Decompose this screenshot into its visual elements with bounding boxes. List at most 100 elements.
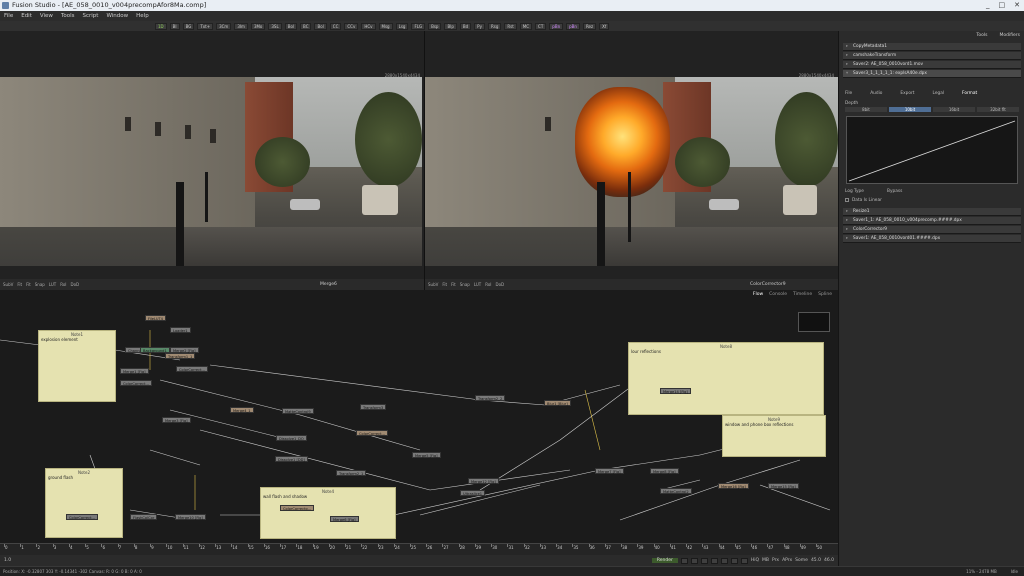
flow-node[interactable]: FileLUT4: [145, 315, 166, 321]
toolbar-button[interactable]: pBn: [566, 22, 580, 30]
toolbar-button[interactable]: BG: [182, 22, 195, 30]
fit-button[interactable]: Fit: [442, 282, 447, 287]
flow-node[interactable]: ColorCorrect...: [120, 380, 152, 386]
depth-32bit[interactable]: 32bit flt: [977, 107, 1019, 112]
toolbar-button[interactable]: BI: [169, 22, 180, 30]
tool-camshake[interactable]: ▸ camshakeTransform: [843, 52, 1021, 60]
flow-node[interactable]: ColorCorrect...: [176, 366, 208, 372]
toolbar-button[interactable]: Py: [474, 22, 485, 30]
flow-node[interactable]: Transform2_2: [475, 395, 506, 401]
toolbar-button[interactable]: pBn: [549, 22, 564, 30]
fit-button[interactable]: Fit: [17, 282, 22, 287]
step-back-icon[interactable]: [690, 557, 698, 564]
note-explosion-element[interactable]: Note1 explosion element: [38, 330, 116, 402]
toolbar-button[interactable]: Xf: [599, 22, 610, 30]
flow-node[interactable]: Merge10 [Fig]: [175, 514, 206, 520]
menu-file[interactable]: File: [4, 11, 13, 21]
toolbar-button[interactable]: 3SL: [268, 22, 282, 30]
roi-button[interactable]: RoI: [60, 282, 66, 287]
toolbar-button[interactable]: 3Im: [234, 22, 248, 30]
fit-button[interactable]: Fit: [26, 282, 31, 287]
tool-saver1[interactable]: ▸ Saver1: AE_058_0010vord01.####.dpx: [843, 235, 1021, 243]
toolbar-button[interactable]: MC: [519, 22, 533, 30]
menu-help[interactable]: Help: [136, 11, 149, 21]
play-reverse-icon[interactable]: [700, 557, 708, 564]
tab-export[interactable]: Export: [900, 91, 914, 96]
tab-audio[interactable]: Audio: [870, 91, 882, 96]
flow-node[interactable]: Merge1 [Fig]: [120, 368, 149, 374]
toolbar-button[interactable]: 3Cm: [216, 22, 232, 30]
flow-node[interactable]: Merge4_1: [230, 407, 254, 413]
flow-node[interactable]: Merge16 [Fig]: [718, 483, 749, 489]
subview-button[interactable]: SubV: [3, 282, 13, 287]
flow-node[interactable]: FlashColCor: [130, 514, 158, 520]
tool-saver3[interactable]: ▾ Saver3_1_1_1_1_1: explsA40e.dpx: [843, 70, 1021, 78]
end-time[interactable]: 46.0: [824, 558, 838, 563]
flow-node[interactable]: Merge8 [Fig]: [650, 468, 679, 474]
flow-node[interactable]: Blur1 [Blur]: [544, 400, 571, 406]
mode-mb[interactable]: MB: [762, 558, 769, 563]
flow-node[interactable]: Ultraslice1: [460, 490, 486, 496]
toolbar-button[interactable]: Bol: [314, 22, 327, 30]
loop-icon[interactable]: [740, 557, 748, 564]
flow-node[interactable]: Dissolve1 [DD]: [275, 456, 308, 462]
right-viewer[interactable]: 2880x1540x4434: [424, 31, 838, 279]
rewind-icon[interactable]: [680, 557, 688, 564]
subview-button[interactable]: SubV: [428, 282, 438, 287]
toolbar-button[interactable]: CCv: [344, 22, 359, 30]
tab-legal[interactable]: Legal: [933, 91, 945, 96]
toolbar-button[interactable]: Bd: [459, 22, 472, 30]
tab-tools[interactable]: Tools: [976, 33, 987, 38]
toolbar-button[interactable]: BC: [300, 22, 312, 30]
flow-node[interactable]: Transform2_1: [336, 470, 367, 476]
note-ground-flash[interactable]: Note2 ground flash: [45, 468, 123, 538]
mode-aprx[interactable]: APrx: [782, 558, 792, 563]
mode-prx[interactable]: Prx: [772, 558, 779, 563]
note-lour-reflections[interactable]: Note8 lour reflections: [628, 342, 824, 415]
maximize-button[interactable]: □: [999, 0, 1006, 11]
data-linear-checkbox[interactable]: Data Is Linear: [845, 198, 882, 203]
menu-window[interactable]: Window: [106, 11, 128, 21]
current-time[interactable]: 45.0: [811, 558, 821, 563]
flow-node[interactable]: Merge15 [Fig]: [768, 483, 799, 489]
toolbar-button[interactable]: Bsp: [428, 22, 442, 30]
toolbar-button[interactable]: Lsg: [395, 22, 409, 30]
flow-node[interactable]: Dissolve1_DO: [276, 435, 307, 441]
toolbar-button[interactable]: 1D: [155, 22, 167, 30]
flow-node[interactable]: ColorCorrecto...: [280, 505, 315, 511]
flow-node[interactable]: ColorCorrect...: [356, 430, 388, 436]
flow-node[interactable]: MatteControl2: [660, 488, 692, 494]
toolbar-button[interactable]: Rst: [504, 22, 517, 30]
note-window-reflections[interactable]: Note9 window and phone box reflections: [722, 415, 826, 457]
tool-colorcorrector9[interactable]: ▸ ColorCorrector9: [843, 226, 1021, 234]
flow-node[interactable]: Transform3: [360, 404, 387, 410]
flow-node[interactable]: Merge5 [Fig]: [412, 452, 441, 458]
minimize-button[interactable]: _: [986, 0, 990, 11]
toolbar-button[interactable]: Msg: [378, 22, 393, 30]
menu-tools[interactable]: Tools: [61, 11, 75, 21]
play-icon[interactable]: [710, 557, 718, 564]
flow-node[interactable]: Loader1: [170, 327, 191, 333]
menu-script[interactable]: Script: [83, 11, 99, 21]
checkbox-icon[interactable]: [845, 198, 849, 202]
depth-16bit[interactable]: 16bit: [933, 107, 975, 112]
depth-10bit[interactable]: 10bit: [889, 107, 931, 112]
tab-modifiers[interactable]: Modifiers: [999, 33, 1020, 38]
fit-button[interactable]: Fit: [451, 282, 456, 287]
toolbar-button[interactable]: HCv: [361, 22, 376, 30]
flow-editor[interactable]: Flow Console Timeline Spline Note1 explo…: [0, 290, 838, 543]
step-forward-icon[interactable]: [720, 557, 728, 564]
time-ruler[interactable]: 0 1 2 3 4 5 6 7 8 9 10 11 12 13 14 15 16 17 18 19 20 21 22 23 24…: [0, 543, 838, 555]
snap-button[interactable]: Snap: [460, 282, 470, 287]
tool-resize1[interactable]: ▸ Resize1: [843, 208, 1021, 216]
toolbar-button[interactable]: Rsg: [487, 22, 502, 30]
tab-format[interactable]: Format: [962, 91, 977, 96]
left-viewer[interactable]: 2880x1540x4434: [0, 31, 424, 279]
flow-node[interactable]: MatteControl9: [282, 408, 314, 414]
log-type-value[interactable]: Bypass: [887, 189, 902, 194]
tool-copymetadata[interactable]: ▸ CopyMetadata1: [843, 43, 1021, 51]
flow-node[interactable]: Merge12 [Fig]: [468, 478, 499, 484]
toolbar-button[interactable]: Txt+: [197, 22, 214, 30]
lut-button[interactable]: LUT: [49, 282, 56, 287]
flow-node[interactable]: ColorCorrect...: [66, 514, 98, 520]
